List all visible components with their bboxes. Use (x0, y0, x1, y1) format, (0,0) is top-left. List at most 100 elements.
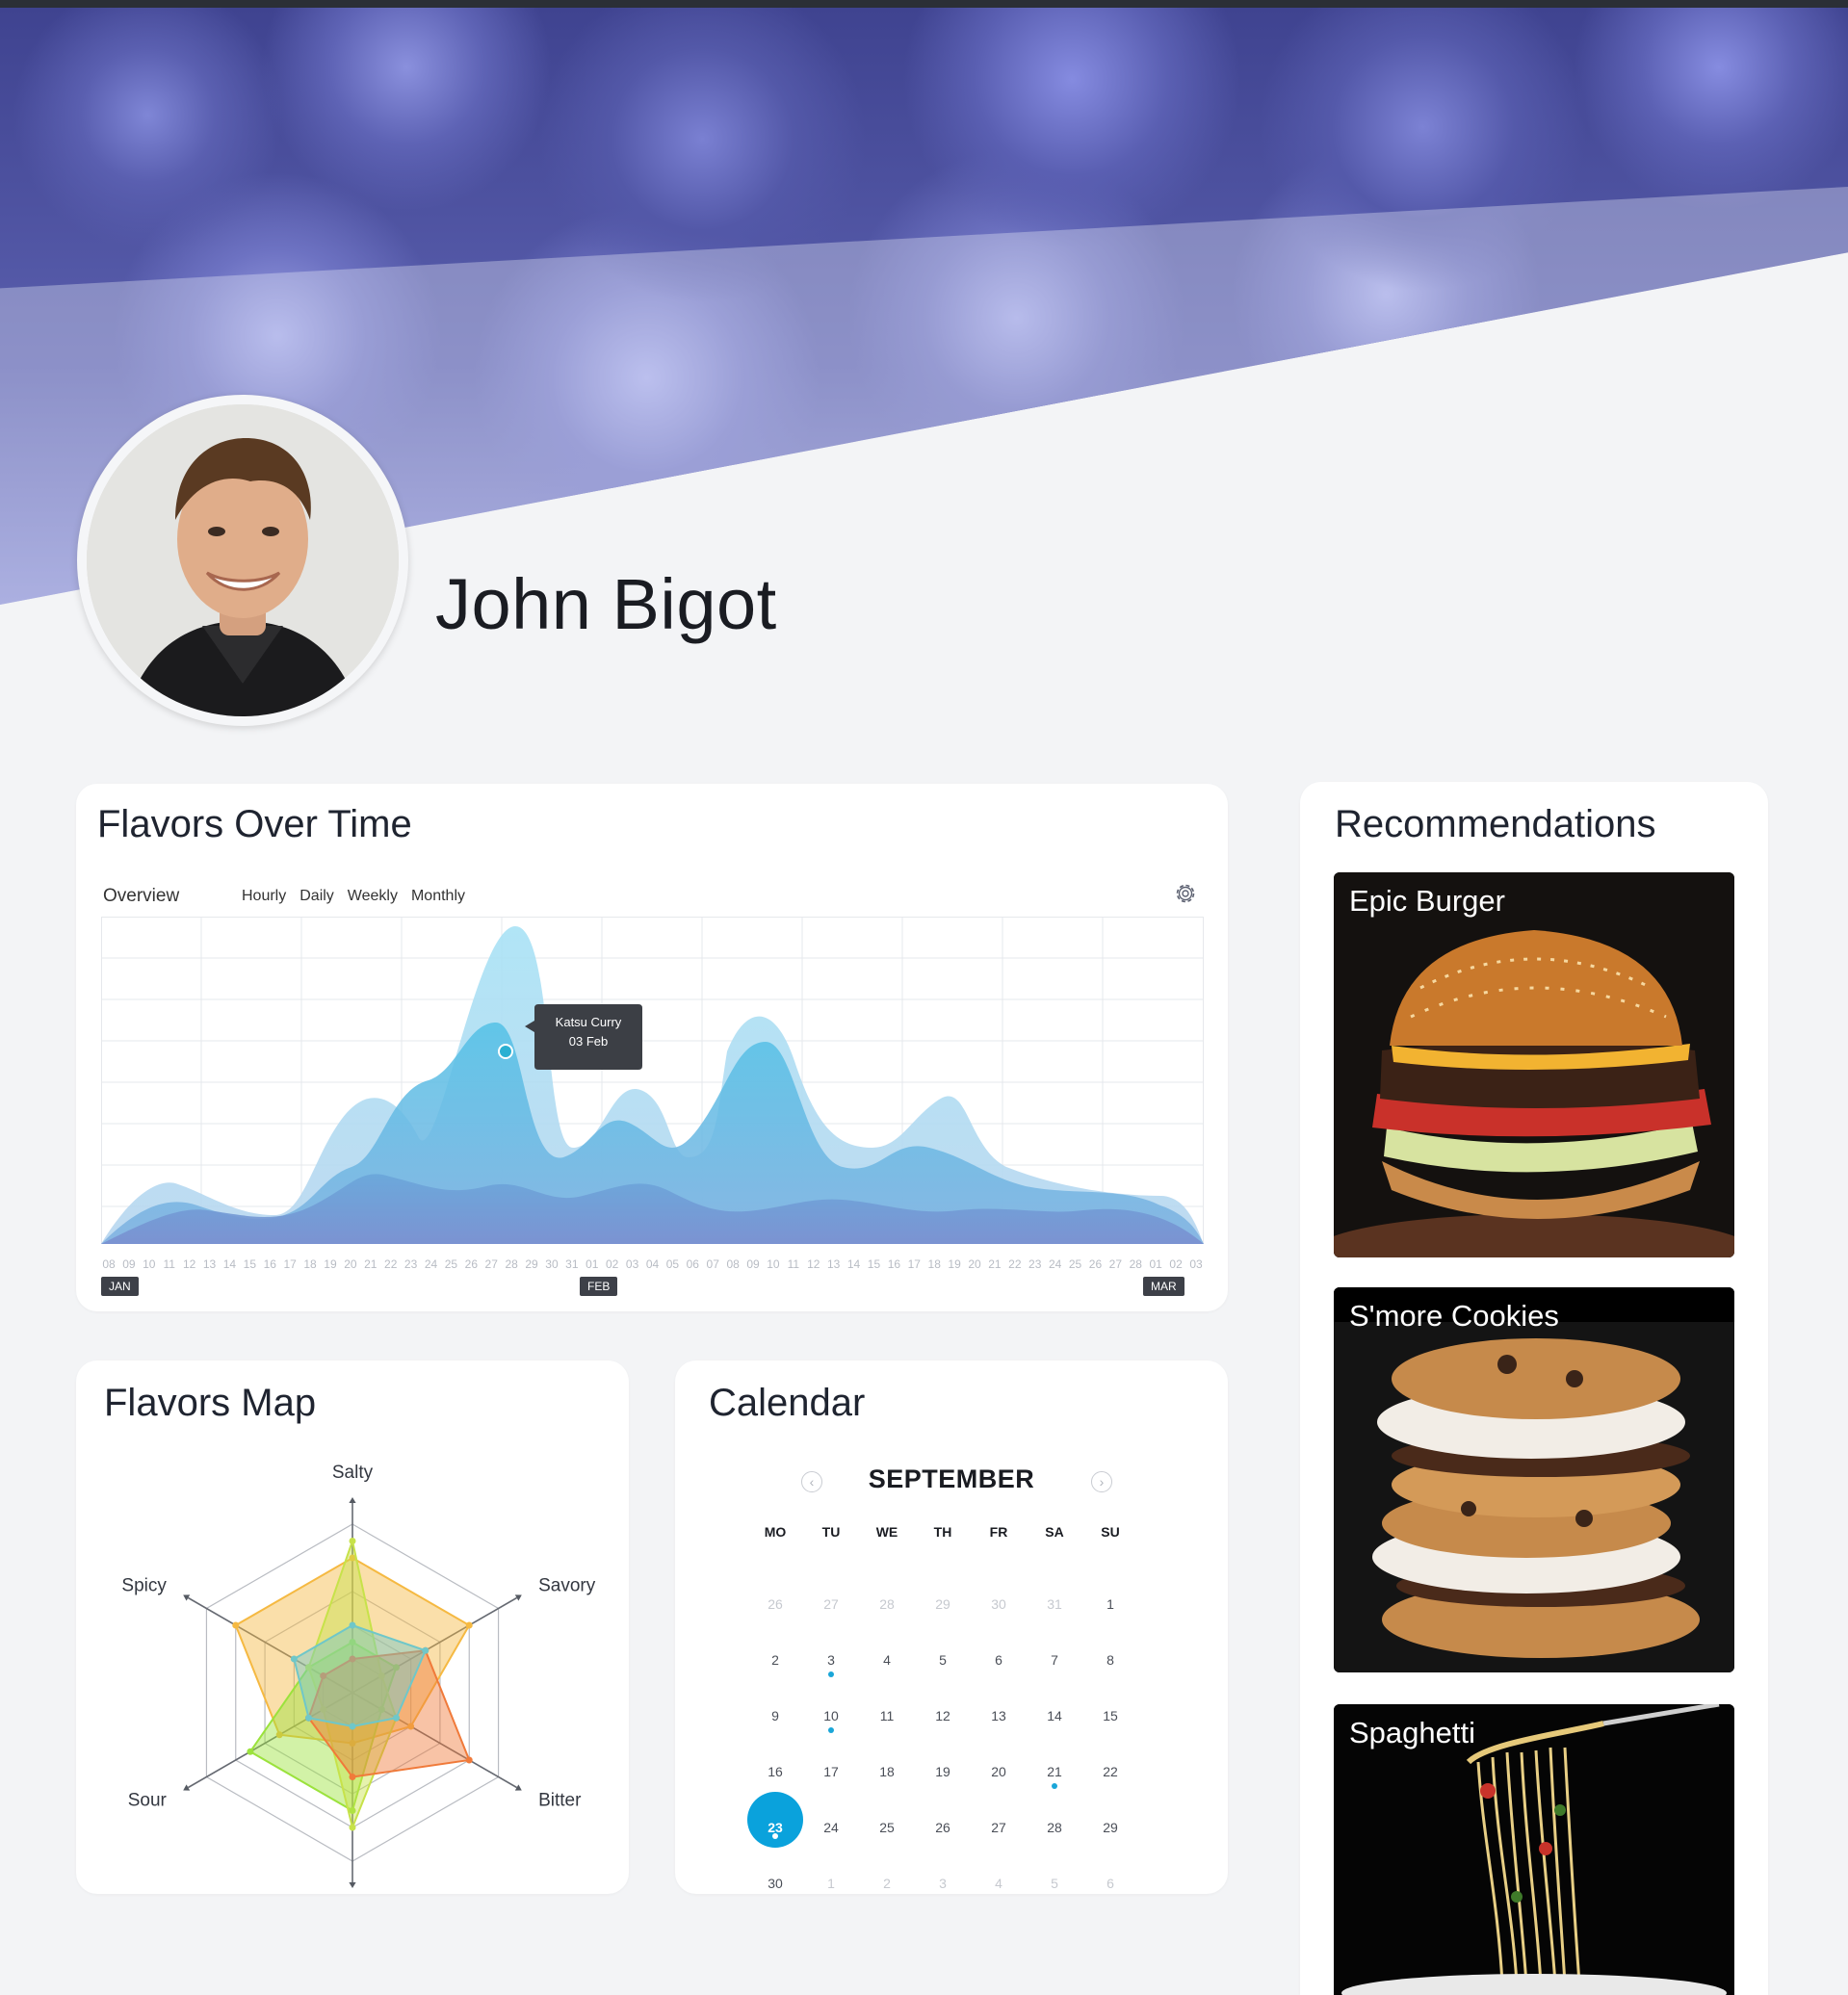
x-tick-label: 16 (887, 1257, 901, 1271)
x-tick-label: 20 (344, 1257, 357, 1271)
x-tick-label: 01 (1149, 1257, 1162, 1271)
day-number: 29 (1103, 1820, 1118, 1835)
calendar-day[interactable]: 22 (1082, 1764, 1138, 1779)
x-tick-label: 08 (102, 1257, 116, 1271)
calendar-day[interactable]: 6 (971, 1652, 1027, 1668)
day-number: 21 (1047, 1764, 1062, 1779)
day-number: 22 (1103, 1764, 1118, 1779)
calendar-day[interactable]: 7 (1027, 1652, 1082, 1668)
day-number: 3 (939, 1876, 947, 1891)
calendar-day[interactable]: 3 (915, 1876, 971, 1891)
radar-axis-label: Bitter (538, 1791, 582, 1811)
calendar-week: 23 24 25 26 27 28 29 (747, 1792, 1194, 1855)
tab-daily[interactable]: Daily (299, 888, 334, 905)
event-dot (828, 1671, 834, 1677)
radar-point (349, 1774, 356, 1780)
calendar-day[interactable]: 27 (803, 1596, 859, 1612)
next-month-button[interactable]: › (1091, 1471, 1112, 1492)
month-badge: JAN (101, 1277, 139, 1296)
radar-point (232, 1621, 240, 1629)
radar-axis-label: Sour (128, 1791, 168, 1811)
calendar-day[interactable]: 5 (1027, 1876, 1082, 1891)
calendar-day[interactable]: 20 (971, 1764, 1027, 1779)
calendar-day[interactable]: 21 (1027, 1764, 1082, 1789)
calendar-day[interactable]: 13 (971, 1708, 1027, 1723)
tab-hourly[interactable]: Hourly (242, 888, 286, 905)
calendar-day[interactable]: 11 (859, 1708, 915, 1723)
avatar[interactable] (87, 404, 399, 716)
day-number: 14 (1047, 1708, 1062, 1723)
radar-point (290, 1655, 298, 1663)
calendar-day-selected[interactable]: 23 (747, 1792, 803, 1848)
calendar-day[interactable]: 27 (971, 1820, 1027, 1835)
calendar-day[interactable]: 8 (1082, 1652, 1138, 1668)
tooltip-item: Katsu Curry (555, 1015, 622, 1029)
x-tick-label: 14 (846, 1257, 861, 1271)
calendar-day[interactable]: 31 (1027, 1596, 1082, 1612)
calendar-day[interactable]: 2 (859, 1876, 915, 1891)
tab-weekly[interactable]: Weekly (348, 888, 398, 905)
x-tick-label: 05 (665, 1257, 680, 1271)
day-number: 26 (768, 1596, 783, 1612)
calendar-day[interactable]: 9 (747, 1708, 803, 1723)
x-tick-label: 10 (143, 1257, 156, 1271)
day-number: 1 (1106, 1596, 1114, 1612)
calendar-day[interactable]: 26 (747, 1596, 803, 1612)
burger-image (1334, 872, 1734, 1257)
day-number: 2 (883, 1876, 891, 1891)
calendar-day[interactable]: 30 (747, 1876, 803, 1891)
calendar-day[interactable]: 17 (803, 1764, 859, 1779)
x-tick-label: 14 (222, 1257, 237, 1271)
gear-icon[interactable] (1172, 880, 1199, 907)
day-number: 19 (935, 1764, 950, 1779)
calendar-day[interactable]: 28 (1027, 1820, 1082, 1835)
calendar-day[interactable]: 4 (859, 1652, 915, 1668)
calendar-day[interactable]: 16 (747, 1764, 803, 1779)
day-number: 24 (823, 1820, 839, 1835)
radar-point (349, 1621, 356, 1629)
calendar-grid: MO TU WE TH FR SA SU 26 27 28 29 30 31 1 2 3 4 5 6 7 8 9 10 11 1… (747, 1522, 1194, 1911)
x-tick-label: 09 (746, 1257, 760, 1271)
x-tick-label: 09 (122, 1257, 136, 1271)
calendar-day[interactable]: 4 (971, 1876, 1027, 1891)
radar-point (349, 1824, 356, 1831)
calendar-day[interactable]: 5 (915, 1652, 971, 1668)
calendar-day[interactable]: 28 (859, 1596, 915, 1612)
x-tick-label: 31 (565, 1257, 579, 1271)
recommendation-spaghetti[interactable]: Spaghetti (1334, 1704, 1734, 1995)
calendar-day[interactable]: 1 (1082, 1596, 1138, 1612)
day-number: 17 (823, 1764, 839, 1779)
calendar-day[interactable]: 29 (915, 1596, 971, 1612)
calendar-day[interactable]: 3 (803, 1652, 859, 1677)
calendar-day[interactable]: 14 (1027, 1708, 1082, 1723)
radar-point (349, 1723, 356, 1730)
calendar-day[interactable]: 6 (1082, 1876, 1138, 1891)
recommendation-smore-cookies[interactable]: S'more Cookies (1334, 1287, 1734, 1672)
x-tick-label: 21 (364, 1257, 377, 1271)
x-tick-label: 22 (384, 1257, 398, 1271)
x-tick-label: 28 (1129, 1257, 1142, 1271)
day-number: 11 (879, 1708, 895, 1723)
calendar-day[interactable]: 18 (859, 1764, 915, 1779)
calendar-day[interactable]: 25 (859, 1820, 915, 1835)
card-title: Recommendations (1335, 803, 1656, 845)
day-number: 28 (1047, 1820, 1062, 1835)
calendar-day[interactable]: 12 (915, 1708, 971, 1723)
calendar-day[interactable]: 29 (1082, 1820, 1138, 1835)
calendar-day[interactable]: 26 (915, 1820, 971, 1835)
day-number: 2 (771, 1652, 779, 1668)
calendar-day[interactable]: 15 (1082, 1708, 1138, 1723)
day-number: 8 (1106, 1652, 1114, 1668)
calendar-day[interactable]: 19 (915, 1764, 971, 1779)
recommendation-epic-burger[interactable]: Epic Burger (1334, 872, 1734, 1257)
calendar-day[interactable]: 10 (803, 1708, 859, 1733)
calendar-day[interactable]: 30 (971, 1596, 1027, 1612)
day-number: 30 (991, 1596, 1006, 1612)
calendar-day[interactable]: 2 (747, 1652, 803, 1668)
calendar-day[interactable]: 1 (803, 1876, 859, 1891)
weekday-label: TH (933, 1524, 952, 1540)
tab-monthly[interactable]: Monthly (411, 888, 465, 905)
calendar-day[interactable]: 24 (803, 1820, 859, 1835)
day-number: 9 (771, 1708, 779, 1723)
x-tick-label: 15 (867, 1257, 881, 1271)
